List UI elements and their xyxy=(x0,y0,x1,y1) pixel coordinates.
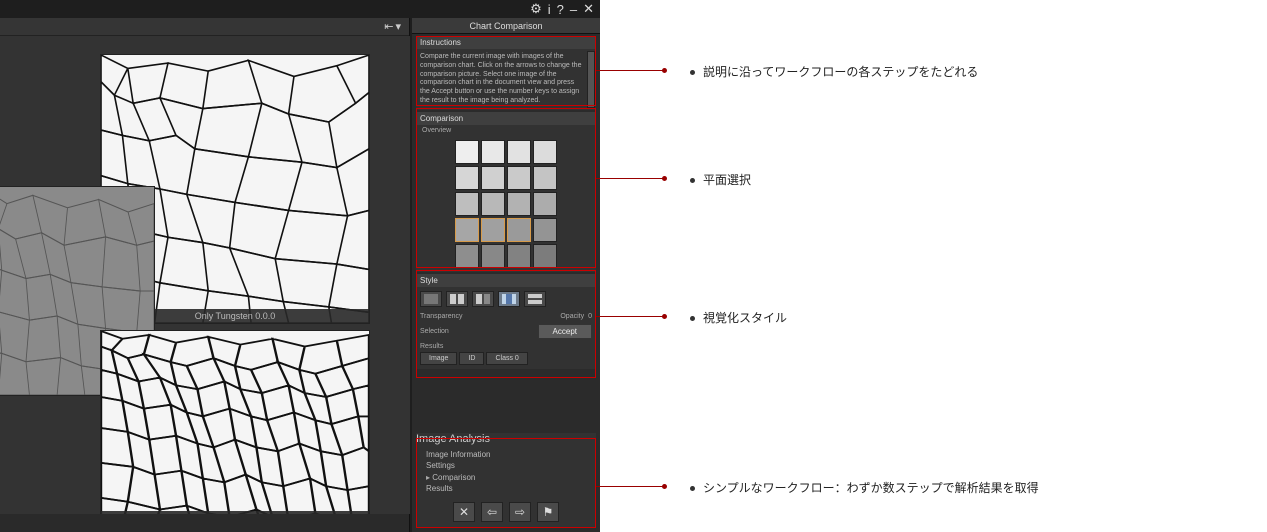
style-options xyxy=(416,287,596,311)
comparison-image-bottom[interactable]: Steel + Tungsten 0.0.0 xyxy=(100,330,370,514)
comparison-thumb[interactable] xyxy=(455,192,479,216)
instructions-title: Instructions xyxy=(416,36,596,49)
info-icon[interactable]: i xyxy=(548,2,551,17)
comparison-thumb[interactable] xyxy=(533,218,557,242)
opacity-label: Opacity xyxy=(560,313,584,320)
workflow-nav: ✕ ⇦ ⇨ ⚑ xyxy=(416,498,596,528)
menu-icon[interactable]: ▾ xyxy=(395,20,401,33)
tab-id[interactable]: ID xyxy=(459,352,484,365)
comparison-thumb[interactable] xyxy=(507,218,531,242)
comparison-thumb[interactable] xyxy=(533,166,557,190)
style-option-5[interactable] xyxy=(524,291,546,307)
comparison-thumb[interactable] xyxy=(455,166,479,190)
leader-line xyxy=(596,70,666,71)
style-option-3[interactable] xyxy=(472,291,494,307)
comparison-thumb[interactable] xyxy=(507,140,531,164)
image-caption: Steel + Tungsten 0.0.0 xyxy=(101,511,369,514)
collapse-icon[interactable]: ⇤ xyxy=(384,20,393,33)
accept-button[interactable]: Accept xyxy=(538,324,592,339)
comparison-subtitle: Overview xyxy=(416,125,596,136)
workflow-step[interactable]: Settings xyxy=(426,460,586,471)
comparison-thumb[interactable] xyxy=(481,140,505,164)
workflow-step[interactable]: Comparison xyxy=(426,472,586,483)
results-label: Results xyxy=(420,343,443,350)
comparison-thumb[interactable] xyxy=(507,166,531,190)
comparison-thumb[interactable] xyxy=(533,244,557,268)
workflow-title: Image Analysis xyxy=(416,433,596,445)
annotation-workflow: シンプルなワークフロー：わずか数ステップで解析結果を取得 xyxy=(690,479,1039,496)
cancel-button[interactable]: ✕ xyxy=(453,502,475,522)
workflow-steps: Image Information Settings Comparison Re… xyxy=(416,445,596,498)
comparison-thumb[interactable] xyxy=(481,218,505,242)
workflow-step[interactable]: Image Information xyxy=(426,449,586,460)
document-viewport[interactable]: Only Tungsten 0.0.0 xyxy=(0,36,410,514)
help-icon[interactable]: ? xyxy=(557,2,564,17)
next-button[interactable]: ⇨ xyxy=(509,502,531,522)
back-button[interactable]: ⇦ xyxy=(481,502,503,522)
style-block: Style Transparency Opacity 0 Selection A… xyxy=(416,274,596,369)
style-option-4[interactable] xyxy=(498,291,520,307)
selection-label: Selection xyxy=(420,328,449,335)
instructions-text: Compare the current image with images of… xyxy=(420,53,584,106)
style-option-1[interactable] xyxy=(420,291,442,307)
annotation-comparison: 平面選択 xyxy=(690,171,751,188)
leader-line xyxy=(596,486,666,487)
tab-class[interactable]: Class 0 xyxy=(486,352,527,365)
window-titlebar: ⚙ i ? – ✕ xyxy=(0,0,600,18)
instructions-block: Instructions Compare the current image w… xyxy=(416,36,596,110)
app-window: ⚙ i ? – ✕ ⇤ ▾ Only Tun xyxy=(0,0,600,532)
comparison-thumb[interactable] xyxy=(481,244,505,268)
comparison-thumb[interactable] xyxy=(507,192,531,216)
workflow-step[interactable]: Results xyxy=(426,483,586,494)
comparison-thumb[interactable] xyxy=(455,140,479,164)
comparison-thumb[interactable] xyxy=(481,166,505,190)
style-option-2[interactable] xyxy=(446,291,468,307)
style-title: Style xyxy=(416,274,596,287)
scrollbar[interactable] xyxy=(587,51,595,108)
gear-icon[interactable]: ⚙ xyxy=(530,1,542,17)
comparison-thumb[interactable] xyxy=(507,244,531,268)
leader-line xyxy=(596,178,666,179)
comparison-thumb[interactable] xyxy=(533,192,557,216)
annotation-style: 視覚化スタイル xyxy=(690,309,787,326)
leader-line xyxy=(596,316,666,317)
close-icon[interactable]: ✕ xyxy=(583,1,594,17)
minimize-icon[interactable]: – xyxy=(570,2,577,17)
comparison-thumb[interactable] xyxy=(455,244,479,268)
comparison-block: Comparison Overview xyxy=(416,112,596,272)
voronoi-texture-icon xyxy=(101,331,369,514)
results-tabs: Image ID Class 0 xyxy=(416,352,596,369)
workflow-block: Image Analysis Image Information Setting… xyxy=(416,433,596,528)
comparison-title: Comparison xyxy=(416,112,596,125)
opacity-value: 0 xyxy=(588,313,592,320)
transparency-label: Transparency xyxy=(420,313,463,320)
comparison-thumb[interactable] xyxy=(481,192,505,216)
finish-button[interactable]: ⚑ xyxy=(537,502,559,522)
annotation-instructions: 説明に沿ってワークフローの各ステップをたどれる xyxy=(690,63,978,80)
comparison-thumb[interactable] xyxy=(533,140,557,164)
side-panel: Chart Comparison Instructions Compare th… xyxy=(412,18,600,532)
comparison-thumb[interactable] xyxy=(455,218,479,242)
tab-image[interactable]: Image xyxy=(420,352,457,365)
document-header: ⇤ ▾ xyxy=(0,18,409,36)
comparison-grid xyxy=(416,136,596,272)
panel-title: Chart Comparison xyxy=(412,18,600,34)
